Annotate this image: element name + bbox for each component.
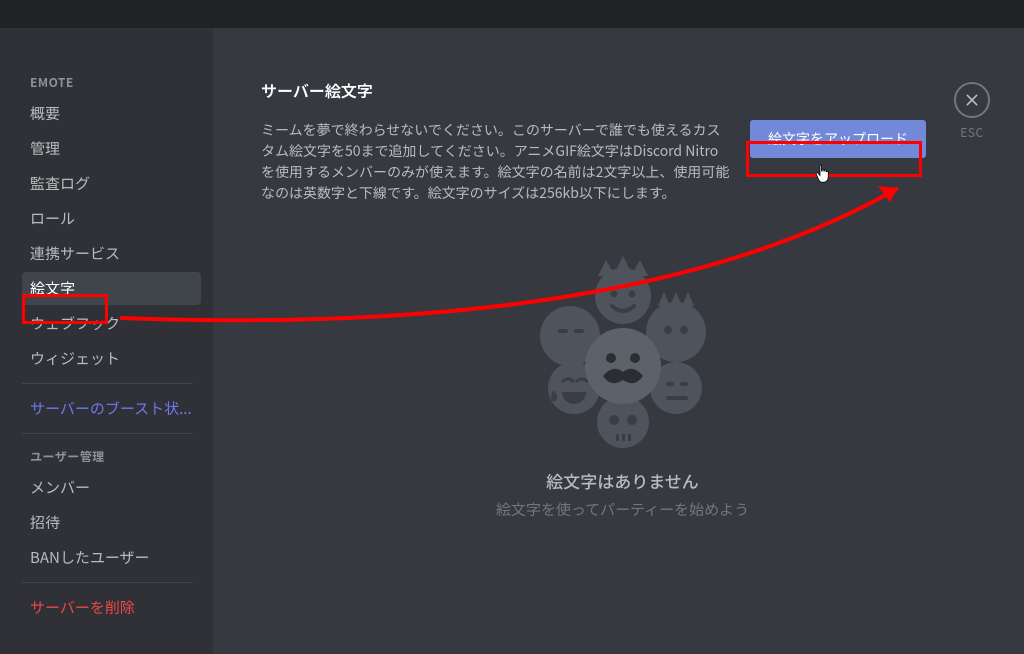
sidebar-item-moderation[interactable]: 管理 bbox=[22, 132, 201, 165]
esc-label: ESC bbox=[954, 124, 990, 141]
settings-container: EMOTE 概要 管理 監査ログ ロール 連携サービス 絵文字 ウェブフック ウ… bbox=[0, 28, 1024, 654]
page-description: ミームを夢で終わらせないでください。このサーバーで誰でも使えるカスタム絵文字を5… bbox=[261, 120, 731, 204]
top-bar bbox=[0, 0, 1024, 28]
sidebar-item-delete-server[interactable]: サーバーを削除 bbox=[22, 591, 201, 624]
sidebar-item-emoji[interactable]: 絵文字 bbox=[22, 272, 201, 305]
sidebar-item-members[interactable]: メンバー bbox=[22, 471, 201, 504]
sidebar-divider bbox=[22, 383, 193, 384]
close-wrap: ESC bbox=[954, 82, 990, 141]
sidebar-item-integrations[interactable]: 連携サービス bbox=[22, 237, 201, 270]
sidebar-item-overview[interactable]: 概要 bbox=[22, 97, 201, 130]
close-icon bbox=[964, 92, 980, 108]
page-title: サーバー絵文字 bbox=[261, 78, 984, 102]
empty-state-text: 絵文字はありません 絵文字を使ってパーティーを始めよう bbox=[261, 468, 984, 520]
sidebar-item-webhooks[interactable]: ウェブフック bbox=[22, 307, 201, 340]
sidebar-item-roles[interactable]: ロール bbox=[22, 202, 201, 235]
settings-sidebar: EMOTE 概要 管理 監査ログ ロール 連携サービス 絵文字 ウェブフック ウ… bbox=[0, 28, 213, 654]
empty-state-illustration bbox=[498, 254, 748, 454]
sidebar-item-widget[interactable]: ウィジェット bbox=[22, 342, 201, 375]
sidebar-item-server-boost[interactable]: サーバーのブースト状... bbox=[22, 392, 201, 425]
sidebar-divider bbox=[22, 582, 193, 583]
sidebar-item-invites[interactable]: 招待 bbox=[22, 506, 201, 539]
upload-emoji-button[interactable]: 絵文字をアップロード bbox=[750, 120, 926, 158]
sidebar-item-audit-log[interactable]: 監査ログ bbox=[22, 167, 201, 200]
sidebar-section-emote: EMOTE bbox=[22, 68, 201, 97]
empty-state-title: 絵文字はありません bbox=[261, 468, 984, 493]
sidebar-divider bbox=[22, 433, 193, 434]
close-button[interactable] bbox=[954, 82, 990, 118]
empty-state-subtitle: 絵文字を使ってパーティーを始めよう bbox=[261, 499, 984, 520]
sidebar-item-bans[interactable]: BANしたユーザー bbox=[22, 541, 201, 574]
sidebar-section-user-management: ユーザー管理 bbox=[22, 442, 201, 471]
